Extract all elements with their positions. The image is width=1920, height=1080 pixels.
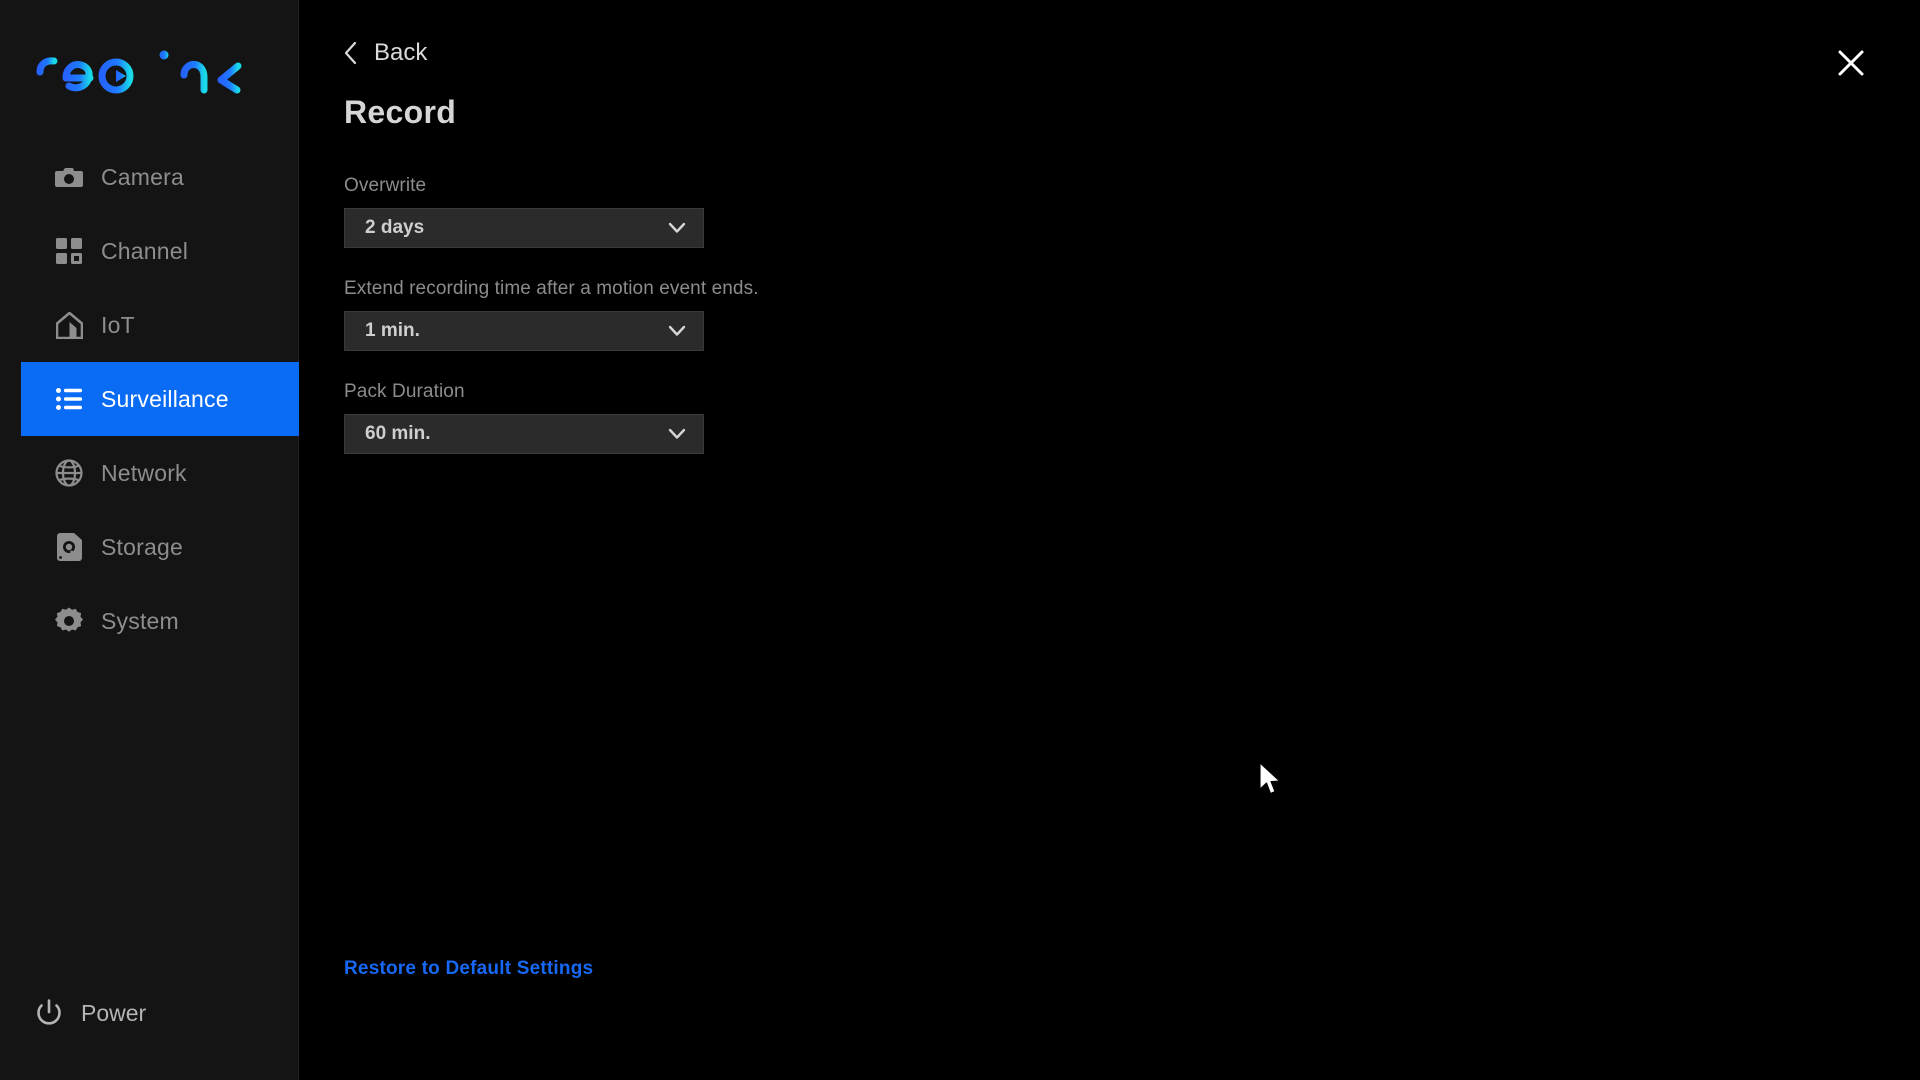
power-icon: [33, 997, 65, 1029]
select-value: 2 days: [365, 217, 425, 238]
camera-icon: [54, 162, 84, 192]
globe-icon: [54, 458, 84, 488]
pack-duration-select[interactable]: 60 min.: [344, 414, 704, 454]
select-value: 1 min.: [365, 320, 420, 341]
settings-window: Camera Channel IoT Surveillance Network …: [0, 0, 1920, 1080]
list-icon: [54, 384, 84, 414]
sidebar-item-storage[interactable]: Storage: [21, 510, 299, 584]
sidebar-item-network[interactable]: Network: [21, 436, 299, 510]
chevron-down-icon: [667, 321, 687, 341]
sidebar-item-label: Storage: [101, 533, 183, 560]
power-label: Power: [81, 999, 147, 1026]
sidebar-item-surveillance[interactable]: Surveillance: [21, 362, 299, 436]
main-content: Back Record Overwrite 2 days Extend reco…: [299, 0, 1920, 1080]
close-icon: [1836, 48, 1866, 83]
sidebar-item-label: Camera: [101, 163, 185, 190]
close-button[interactable]: [1834, 48, 1868, 82]
sidebar-item-iot[interactable]: IoT: [21, 288, 299, 362]
overwrite-select[interactable]: 2 days: [344, 208, 704, 248]
sidebar-item-label: Network: [101, 459, 187, 486]
sidebar: Camera Channel IoT Surveillance Network …: [0, 0, 299, 1080]
field-pack-duration: Pack Duration 60 min.: [344, 381, 1244, 454]
power-button[interactable]: Power: [21, 985, 299, 1041]
sidebar-item-camera[interactable]: Camera: [21, 140, 299, 214]
mouse-cursor: [1258, 762, 1284, 800]
page-title: Record: [344, 94, 457, 130]
sidebar-nav: Camera Channel IoT Surveillance Network …: [0, 140, 299, 658]
sidebar-item-label: IoT: [101, 311, 135, 338]
sidebar-item-label: Surveillance: [101, 385, 229, 412]
field-extend-recording-time: Extend recording time after a motion eve…: [344, 278, 1244, 351]
reolink-logo: [34, 42, 244, 98]
chevron-down-icon: [667, 424, 687, 444]
chevron-left-icon: [344, 39, 362, 67]
field-label: Extend recording time after a motion eve…: [344, 278, 759, 299]
sidebar-item-channel[interactable]: Channel: [21, 214, 299, 288]
chevron-down-icon: [667, 218, 687, 238]
field-overwrite: Overwrite 2 days: [344, 175, 1244, 248]
home-icon: [54, 310, 84, 340]
hard-drive-icon: [54, 532, 84, 562]
gear-icon: [54, 606, 84, 636]
record-settings-form: Overwrite 2 days Extend recording time a…: [344, 175, 1244, 484]
select-value: 60 min.: [365, 423, 431, 444]
extend-recording-select[interactable]: 1 min.: [344, 311, 704, 351]
grid-icon: [54, 236, 84, 266]
sidebar-item-label: System: [101, 607, 179, 634]
sidebar-item-label: Channel: [101, 237, 189, 264]
field-label: Pack Duration: [344, 381, 465, 402]
back-button[interactable]: Back: [344, 38, 427, 68]
field-label: Overwrite: [344, 175, 427, 196]
back-label: Back: [374, 39, 428, 66]
sidebar-item-system[interactable]: System: [21, 584, 299, 658]
restore-defaults-link[interactable]: Restore to Default Settings: [344, 958, 593, 980]
